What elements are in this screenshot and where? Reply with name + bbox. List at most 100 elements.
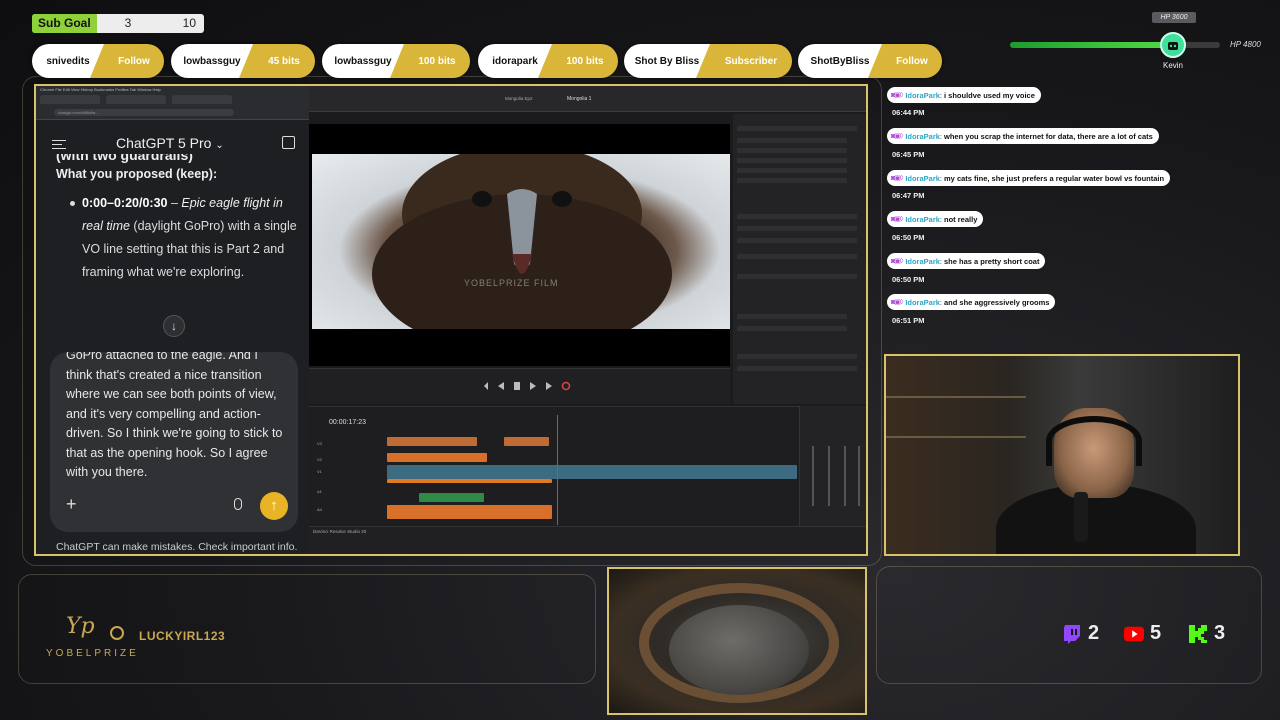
audio-mixer[interactable] (799, 406, 866, 526)
timeline-clip[interactable] (387, 479, 552, 483)
inspector-row[interactable] (737, 178, 847, 183)
track-header: V1 (317, 469, 322, 474)
chat-message: ◙▣◊ IdoraPark: my cats fine, she just pref… (887, 170, 1171, 186)
cat (669, 605, 809, 695)
youtube-count: 5 (1150, 622, 1162, 644)
send-button[interactable]: ↑ (260, 492, 288, 520)
message-composer[interactable]: GoPro attached to the eagle. And I think… (50, 352, 298, 532)
mixer-fader[interactable] (828, 446, 830, 506)
section-heading: What you proposed (keep): (56, 167, 218, 181)
plus-icon[interactable]: + (66, 494, 77, 515)
chat-username: IdoraPark (905, 256, 940, 266)
chat-timestamp: 06:51 PM (892, 316, 925, 325)
chat-text: my cats fine, she just prefers a regular… (944, 173, 1165, 183)
transport-controls[interactable] (309, 368, 730, 404)
new-chat-icon[interactable] (282, 136, 295, 149)
hp-bar-fill (1010, 42, 1168, 48)
inspector-row[interactable] (737, 238, 857, 243)
sub-goal-current: 3 (124, 16, 132, 30)
browser-tab[interactable] (172, 95, 232, 104)
chevron-down-icon: ⌄ (215, 140, 224, 151)
mixer-fader[interactable] (844, 446, 846, 506)
sub-goal-bar: Sub Goal 3 10 (32, 14, 204, 33)
model-title: ChatGPT 5 Pro (116, 135, 212, 151)
scroll-down-icon[interactable]: ↓ (163, 315, 185, 337)
mixer-fader[interactable] (858, 446, 860, 506)
playhead[interactable] (557, 415, 558, 525)
chat-text: when you scrap the internet for data, th… (944, 131, 1153, 141)
resolve-toolbar: Mongolia 1 Mongolia Ep2 (309, 86, 866, 112)
inspector-panel[interactable] (733, 114, 866, 404)
address-bar[interactable]: chatgpt.com/c/68b9a... (54, 109, 234, 116)
resolve-app-name: DaVinci Resolve Studio 20 (313, 529, 367, 534)
chat-message: ◙▣◊ IdoraPark: she has a pretty short coat (887, 253, 1046, 269)
video-viewer[interactable]: YOBELPRIZE FILM (309, 124, 730, 366)
davinci-resolve-window: Mongolia 1 Mongolia Ep2 YOBELPRIZE FILM (309, 86, 866, 554)
chat-text: i shouldve used my voice (944, 90, 1035, 100)
inspector-row[interactable] (737, 226, 857, 231)
playback-icons[interactable] (484, 381, 584, 391)
eagle-image (372, 154, 672, 329)
chat-timestamp: 06:47 PM (892, 191, 925, 200)
avatar (1160, 32, 1186, 58)
chatgpt-header: ChatGPT 5 Pro ⌄ (36, 134, 309, 154)
timeline-clip[interactable] (387, 453, 487, 462)
browser-tab[interactable] (40, 95, 100, 104)
kick-icon (1188, 624, 1208, 644)
inspector-row[interactable] (737, 274, 857, 279)
inspector-row[interactable] (737, 354, 857, 359)
inspector-row[interactable] (737, 138, 847, 143)
inspector-row[interactable] (737, 126, 857, 131)
logo-ring-icon (110, 626, 124, 640)
browser-menu[interactable]: Chrome File Edit View History Bookmarks … (40, 87, 161, 92)
kick-count: 3 (1214, 622, 1226, 644)
youtube-icon (1124, 624, 1144, 644)
chat-text: and she aggressively grooms (944, 297, 1050, 307)
menu-icon[interactable] (52, 140, 66, 149)
inspector-row[interactable] (737, 158, 847, 163)
timeline-clip[interactable] (387, 437, 477, 446)
background-shelf (886, 396, 1026, 398)
chat-username: IdoraPark (905, 131, 940, 141)
chat-timestamp: 06:44 PM (892, 108, 925, 117)
alert-name: lowbassguy (322, 44, 404, 78)
channel-name: LUCKYIRL123 (139, 629, 226, 643)
disclaimer-text: ChatGPT can make mistakes. Check importa… (56, 541, 298, 553)
timeline-clip[interactable] (504, 437, 549, 446)
timeline-clip[interactable] (419, 493, 484, 502)
badge-icons: ◙▣◊ (891, 216, 903, 223)
track-header: V3 (317, 441, 322, 446)
mixer-fader[interactable] (812, 446, 814, 506)
inspector-row[interactable] (737, 326, 847, 331)
bullet-time: 0:00–0:20/0:30 (82, 196, 168, 210)
bullet-dash: – (167, 196, 182, 210)
twitch-icon (1062, 624, 1082, 644)
inspector-row[interactable] (737, 168, 847, 173)
microphone-icon[interactable] (234, 498, 242, 510)
model-selector[interactable]: ChatGPT 5 Pro ⌄ (116, 135, 224, 151)
inspector-row[interactable] (737, 254, 857, 259)
browser-tab[interactable] (106, 95, 166, 104)
chat-separator: : (939, 297, 943, 307)
chat-timestamp: 06:45 PM (892, 150, 925, 159)
alert-name: lowbassguy (171, 44, 253, 78)
background-shelf (886, 436, 1026, 438)
timeline-clip[interactable] (387, 505, 552, 519)
chat-username: IdoraPark (905, 173, 940, 183)
inspector-row[interactable] (737, 366, 857, 371)
badge-icons: ◙▣◊ (891, 92, 903, 99)
eagle-frame: YOBELPRIZE FILM (312, 154, 730, 329)
chat-separator: : (939, 256, 943, 266)
cat-cam-feed (607, 567, 867, 715)
hp-current-label: HP 3600 (1152, 12, 1196, 23)
social-twitch: 2 (1062, 622, 1099, 645)
chat-username: IdoraPark (905, 214, 940, 224)
inspector-row[interactable] (737, 148, 847, 153)
inspector-row[interactable] (737, 314, 847, 319)
timeline-clip[interactable] (387, 465, 797, 479)
timeline-panel[interactable]: 00:00:17:23 V3 V2 V1 A1 A4 (309, 406, 866, 526)
alert-ribbon: ShotByBliss Follow (798, 44, 942, 78)
inspector-row[interactable] (737, 214, 857, 219)
composer-text[interactable]: GoPro attached to the eagle. And I think… (66, 352, 286, 483)
badge-icons: ◙▣◊ (891, 175, 903, 182)
